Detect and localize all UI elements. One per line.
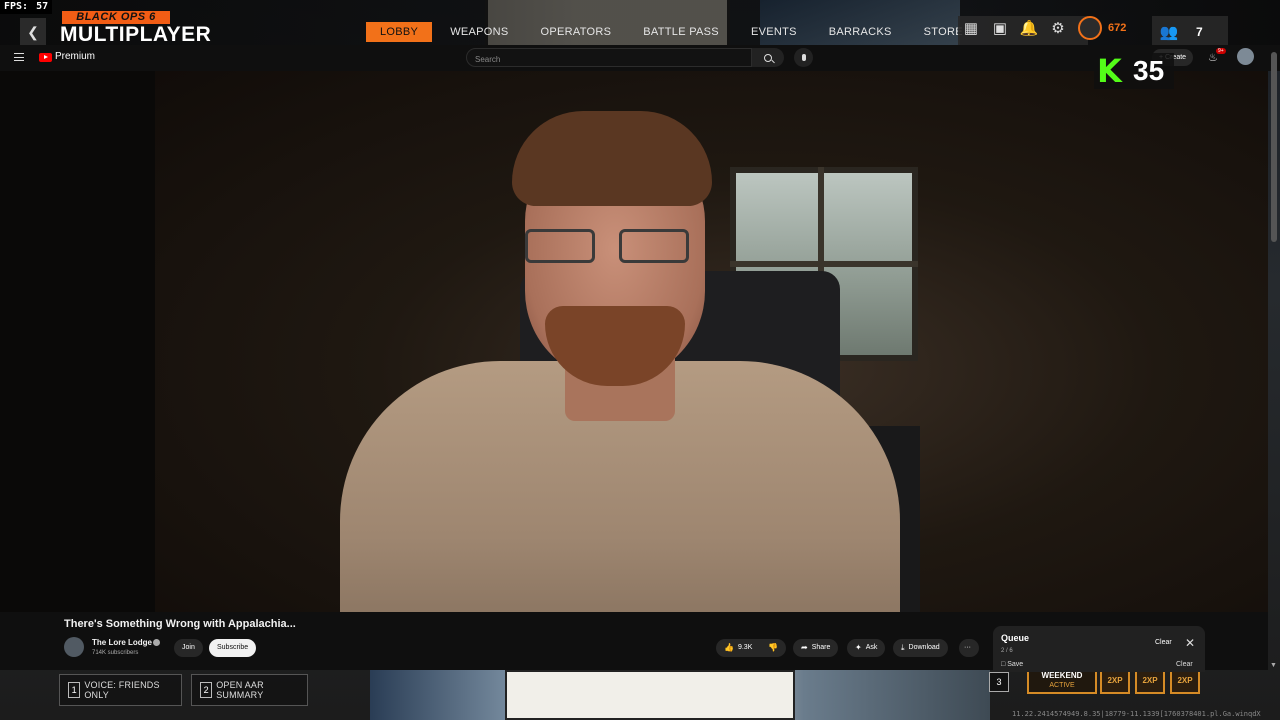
background-board xyxy=(505,670,795,720)
aar-summary-button[interactable]: 2 OPEN AAR SUMMARY xyxy=(191,674,308,706)
search-box xyxy=(466,48,752,68)
search-button[interactable] xyxy=(752,48,784,67)
voice-setting-label: VOICE: FRIENDS ONLY xyxy=(84,680,160,700)
fps-label: FPS: xyxy=(4,1,29,12)
ask-label: Ask xyxy=(865,644,878,651)
party-count: 7 xyxy=(1196,25,1203,39)
hud-key-3[interactable]: 3 xyxy=(989,672,1009,692)
subscribe-button[interactable]: Subscribe xyxy=(209,639,257,657)
voice-search-button[interactable] xyxy=(794,48,813,67)
like-dislike-group: 👍 9.3K 👎 xyxy=(716,639,786,657)
close-icon[interactable]: ✕ xyxy=(1185,636,1195,650)
channel-name[interactable]: The Lore Lodge xyxy=(92,638,152,647)
channel-avatar[interactable] xyxy=(64,637,84,657)
nav-tab-barracks[interactable]: BARRACKS xyxy=(815,22,906,42)
game-top-bar: ❮ BLACK OPS 6 MULTIPLAYER LOBBY WEAPONS … xyxy=(0,0,1280,48)
weekend-status: ACTIVE xyxy=(1049,682,1075,689)
nav-tab-weapons[interactable]: WEAPONS xyxy=(436,22,522,42)
bell-icon[interactable]: 🔔 xyxy=(1020,19,1039,37)
subscriber-count: 714K subscribers xyxy=(92,650,139,656)
aar-summary-label: OPEN AAR SUMMARY xyxy=(216,680,264,700)
more-actions-button[interactable]: ··· xyxy=(959,639,979,657)
download-button[interactable]: ⤓ Download xyxy=(893,639,948,657)
player-level: 672 xyxy=(1108,22,1127,34)
chevron-left-icon: ❮ xyxy=(27,23,39,40)
thumbs-down-icon[interactable]: 👎 xyxy=(768,639,778,657)
player-emblem-icon[interactable] xyxy=(1078,16,1102,40)
queue-save-button[interactable]: □ Save xyxy=(1001,661,1023,668)
youtube-brand[interactable]: Premium xyxy=(55,51,95,62)
video-person-glasses xyxy=(523,229,693,265)
share-icon: ➦ xyxy=(801,643,808,652)
fps-value: 57 xyxy=(36,1,49,12)
search-icon xyxy=(764,53,772,62)
gear-icon[interactable]: ⚙ xyxy=(1049,19,1067,37)
glasses-lens-left xyxy=(525,229,595,263)
verified-icon xyxy=(153,639,160,646)
like-count[interactable]: 9.3K xyxy=(738,639,752,657)
video-window-transom xyxy=(730,261,918,267)
video-title: There's Something Wrong with Appalachia.… xyxy=(64,618,296,630)
download-label: Download xyxy=(908,644,940,651)
youtube-header: Premium + Create ♨ 9+ xyxy=(0,45,1280,71)
notification-count-badge: 9+ xyxy=(1216,48,1226,54)
queue-save-label: Save xyxy=(1007,661,1024,668)
sparkle-icon: ✦ xyxy=(855,643,862,652)
top-icons: ▦ ▣ 🔔 ⚙ 672 xyxy=(962,16,1126,40)
nav-tab-battle-pass[interactable]: BATTLE PASS xyxy=(629,22,733,42)
hud-key-1: 1 xyxy=(68,682,81,698)
back-button[interactable]: ❮ xyxy=(20,18,46,46)
scroll-down-icon[interactable]: ▼ xyxy=(1270,662,1277,669)
microphone-icon xyxy=(801,54,806,61)
youtube-logo-icon[interactable] xyxy=(39,53,52,62)
ask-button[interactable]: ✦ Ask xyxy=(847,639,886,657)
build-string: 11.22.2414574949.8.35|18779-11.1339[1760… xyxy=(1012,710,1261,718)
menu-icon[interactable] xyxy=(14,53,24,61)
download-icon: ⤓ xyxy=(901,643,905,652)
game-logo-title: MULTIPLAYER xyxy=(60,23,212,46)
queue-clear-secondary-button[interactable]: Clear xyxy=(1176,661,1193,668)
queue-panel: Queue 2 / 6 Clear ✕ □ Save Clear xyxy=(993,626,1205,672)
queue-title: Queue xyxy=(1001,633,1030,643)
search-input[interactable] xyxy=(467,51,751,68)
voice-setting-button[interactable]: 1 VOICE: FRIENDS ONLY xyxy=(59,674,182,706)
queue-count: 2 / 6 xyxy=(1001,648,1013,654)
glasses-lens-right xyxy=(619,229,689,263)
share-label: Share xyxy=(811,644,831,651)
nav-tab-operators[interactable]: OPERATORS xyxy=(527,22,626,42)
page-scrollbar[interactable] xyxy=(1271,52,1277,242)
queue-clear-button[interactable]: Clear xyxy=(1155,639,1172,646)
video-player[interactable] xyxy=(0,71,1268,612)
video-person-hair xyxy=(512,111,712,206)
kick-logo-icon: K xyxy=(1097,52,1122,90)
nav-tab-lobby[interactable]: LOBBY xyxy=(366,22,433,42)
share-button[interactable]: ➦ Share xyxy=(793,639,839,657)
game-nav: LOBBY WEAPONS OPERATORS BATTLE PASS EVEN… xyxy=(366,22,981,42)
nav-tab-events[interactable]: EVENTS xyxy=(737,22,811,42)
grid-menu-icon[interactable]: ▦ xyxy=(962,19,980,37)
fps-counter: FPS: 57 xyxy=(0,0,53,14)
kill-counter: K 35 xyxy=(1094,53,1174,89)
screen: FPS: 57 ❮ BLACK OPS 6 MULTIPLAYER LOBBY W… xyxy=(0,0,1280,720)
account-avatar[interactable] xyxy=(1237,48,1254,65)
party-panel[interactable]: 👥 7 xyxy=(1152,16,1228,48)
media-icon[interactable]: ▣ xyxy=(991,19,1009,37)
thumbs-up-icon[interactable]: 👍 xyxy=(724,639,734,657)
kill-count: 35 xyxy=(1133,55,1165,86)
join-button[interactable]: Join xyxy=(174,639,203,657)
hud-key-2: 2 xyxy=(200,682,213,698)
more-icon: ··· xyxy=(964,644,971,651)
friends-icon: 👥 xyxy=(1159,24,1179,41)
